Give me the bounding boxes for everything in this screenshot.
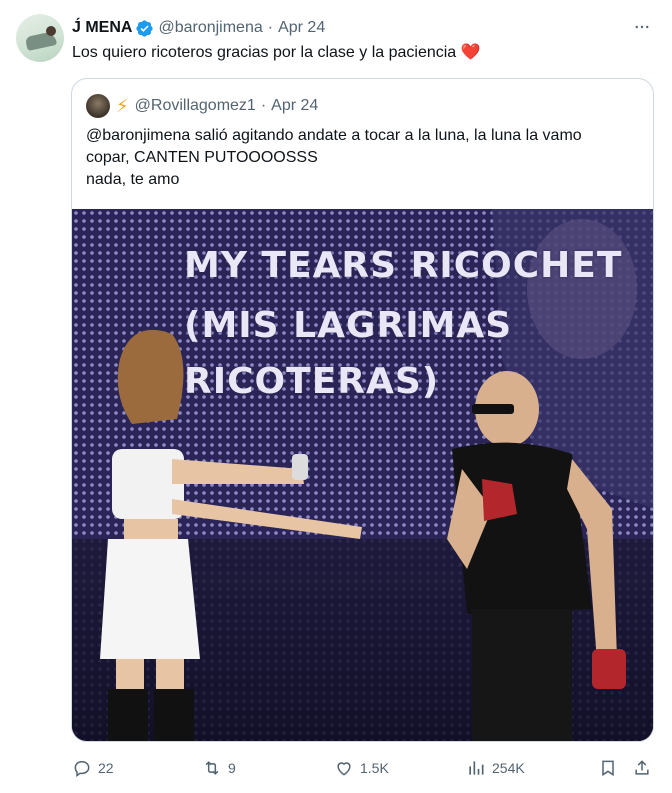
bookmark-button[interactable] <box>598 756 624 780</box>
quoted-text-line: @baronjimena salió agitando andate a toc… <box>86 127 582 144</box>
meme-caption-line: RICOTERAS) <box>184 361 440 402</box>
reply-icon <box>74 761 90 777</box>
concert-photo-illustration <box>72 209 653 741</box>
meme-caption-line: MY TEARS RICOCHET <box>184 245 623 286</box>
like-count: 1.5K <box>360 760 389 776</box>
quoted-tweet-text: @baronjimena salió agitando andate a toc… <box>86 125 642 191</box>
repost-count: 9 <box>228 760 236 776</box>
like-button[interactable]: 1.5K <box>334 756 389 780</box>
share-icon <box>635 760 649 775</box>
repost-icon <box>205 761 219 775</box>
quoted-tweet-header: ⚡ @Rovillagomez1 · Apr 24 <box>86 93 318 119</box>
quoted-tweet-card[interactable]: ⚡ @Rovillagomez1 · Apr 24 @baronjimena s… <box>71 78 654 742</box>
quoted-text-line: nada, te amo <box>86 171 180 188</box>
author-display-name[interactable]: J́ MENA <box>72 19 132 37</box>
quoted-tweet-image[interactable]: MY TEARS RICOCHET (MIS LAGRIMAS RICOTERA… <box>72 209 653 741</box>
like-icon <box>337 762 351 776</box>
reply-button[interactable]: 22 <box>72 756 114 780</box>
tweet-actions-bar: 22 9 1.5K 254K <box>72 756 656 780</box>
tweet-body: Los quiero ricoteros gracias por la clas… <box>72 44 457 61</box>
views-count: 254K <box>492 760 525 776</box>
author-handle[interactable]: @baronjimena <box>158 19 262 37</box>
separator-dot: · <box>267 19 274 36</box>
red-heart-emoji: ❤️ <box>460 44 481 61</box>
author-avatar[interactable] <box>16 14 64 62</box>
quoted-text-line: copar, CANTEN PUTOOOOSSS <box>86 149 318 166</box>
verified-badge-icon <box>135 19 154 38</box>
avatar-head <box>46 26 56 36</box>
bookmark-icon <box>602 760 614 777</box>
tweet-header: J́ MENA @baronjimena · Apr 24 <box>72 17 656 39</box>
repost-button[interactable]: 9 <box>202 756 236 780</box>
reply-count: 22 <box>98 760 114 776</box>
tweet-text: Los quiero ricoteros gracias por la clas… <box>72 42 656 64</box>
quoted-author-avatar <box>86 94 110 118</box>
views-icon <box>469 761 484 775</box>
quoted-separator-dot: · <box>260 97 267 114</box>
more-options-icon[interactable] <box>630 15 654 39</box>
lightning-bolt-emoji: ⚡ <box>116 95 129 116</box>
quoted-author-handle: @Rovillagomez1 <box>134 97 256 114</box>
tweet-date[interactable]: Apr 24 <box>278 19 325 37</box>
meme-caption-line: (MIS LAGRIMAS <box>184 305 513 346</box>
share-button[interactable] <box>632 756 658 780</box>
quoted-tweet-date: Apr 24 <box>271 97 319 114</box>
views-button[interactable]: 254K <box>466 756 525 780</box>
